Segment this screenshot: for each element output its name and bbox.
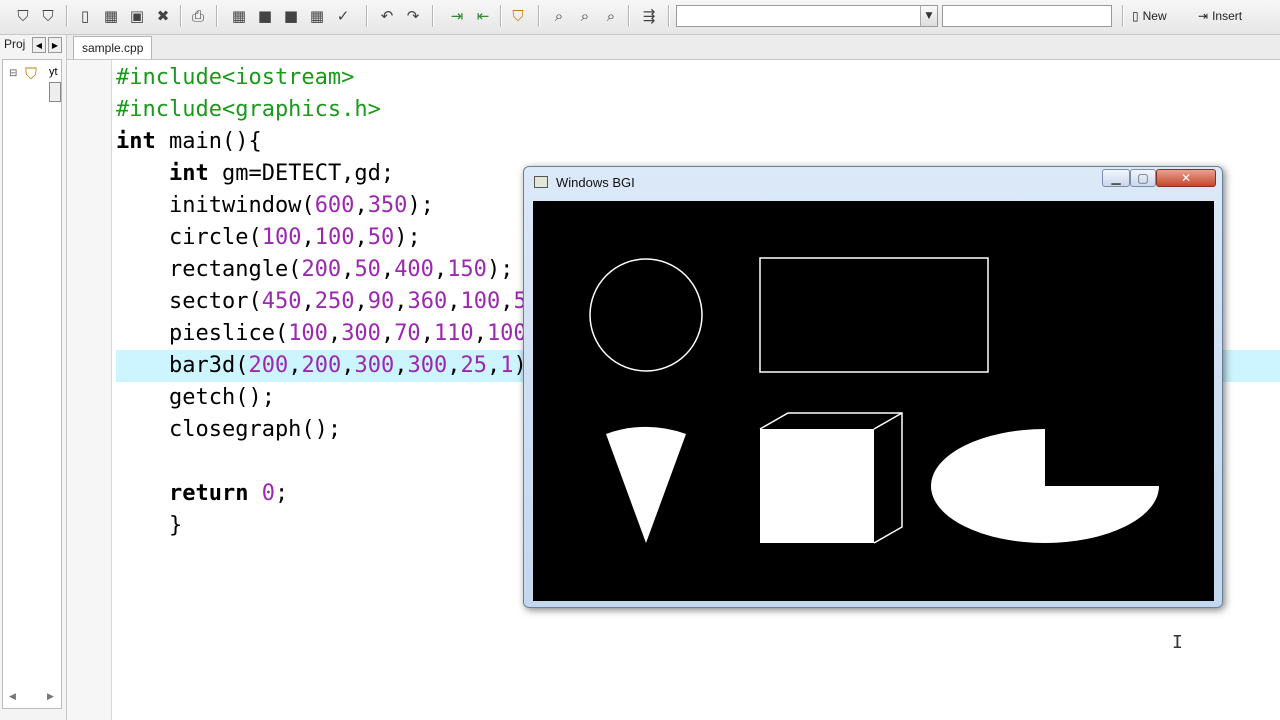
open-file-icon[interactable]: ▦ (100, 5, 122, 27)
toolbar-separator (432, 5, 434, 27)
unindent-icon[interactable]: ⇤ (472, 5, 494, 27)
pieslice-shape (606, 426, 686, 543)
bookmark-icon[interactable]: ⛉ (507, 5, 529, 27)
print-icon[interactable]: ⎙ (187, 5, 209, 27)
toolbar-separator (180, 5, 182, 27)
tab-label: sample.cpp (82, 41, 144, 55)
scroll-right-arrow-icon[interactable]: ▶ (47, 692, 54, 702)
chevron-down-icon[interactable]: ▼ (920, 6, 937, 26)
text-cursor-icon: I (1172, 632, 1183, 653)
compile-run-icon[interactable]: ■ (280, 5, 302, 27)
expand-icon[interactable]: ⊟ (9, 68, 17, 79)
bgi-graphics (589, 257, 1159, 544)
main-toolbar: ⛉ ⛉ ▯ ▦ ▣ ✖ ⎙ ▦ ■ ■ ▦ ✓ ↶ ↷ ⇥ ⇤ ⛉ ⌕ ⌕ ⌕ … (0, 0, 1280, 35)
sector-shape (931, 429, 1159, 543)
bgi-titlebar[interactable]: Windows BGI ▁ ▢ ✕ (524, 167, 1222, 197)
insert-button-label: Insert (1212, 9, 1243, 23)
toolbar-separator (628, 5, 630, 27)
indent-icon[interactable]: ⇥ (446, 5, 468, 27)
close-icon[interactable]: ✕ (1156, 169, 1216, 187)
toolbar-separator (66, 5, 68, 27)
circle-shape (589, 258, 703, 372)
new-file-icon[interactable]: ▯ (74, 5, 96, 27)
goto-icon[interactable]: ⇶ (638, 5, 660, 27)
scroll-left-arrow-icon[interactable]: ◀ (9, 692, 16, 702)
toolbar-separator (500, 5, 502, 27)
replace-icon[interactable]: ⌕ (574, 5, 596, 27)
compile-icon[interactable]: ▦ (228, 5, 250, 27)
new-button-label: New (1142, 9, 1167, 23)
rectangle-shape (759, 257, 989, 373)
toolbar-separator (216, 5, 218, 27)
tab-sample-cpp[interactable]: sample.cpp (73, 36, 153, 59)
redo-icon[interactable]: ↷ (402, 5, 424, 27)
bgi-canvas (533, 201, 1214, 601)
project-panel: Proj ◀ ▶ ⊟ ⛉ yt ◀ ▶ (0, 35, 67, 720)
insert-button[interactable]: ⇥ Insert (1198, 6, 1242, 26)
insert-icon: ⇥ (1198, 9, 1209, 23)
code-line[interactable]: #include<iostream> (116, 62, 1280, 94)
toolbar-separator (538, 5, 540, 27)
tab-left-arrow-icon[interactable]: ◀ (32, 37, 46, 53)
window-app-icon (534, 176, 548, 188)
find-next-icon[interactable]: ⌕ (600, 5, 622, 27)
editor-tabbar: sample.cpp (67, 35, 1280, 60)
toolbar-separator (668, 5, 670, 27)
project-item-label[interactable]: yt (49, 66, 58, 78)
class-icon[interactable]: ⛉ (37, 5, 59, 27)
minimize-icon[interactable]: ▁ (1102, 169, 1130, 187)
maximize-icon[interactable]: ▢ (1130, 169, 1156, 187)
project-item-icon: ⛉ (25, 64, 38, 83)
run-icon[interactable]: ■ (254, 5, 276, 27)
class-combo[interactable]: ▼ (676, 5, 938, 27)
undo-icon[interactable]: ↶ (376, 5, 398, 27)
project-tree: ⊟ ⛉ yt ◀ ▶ (2, 59, 62, 709)
bar3d-front (760, 429, 874, 543)
close-file-icon[interactable]: ✖ (152, 5, 174, 27)
project-tab[interactable]: Proj (4, 37, 25, 51)
scroll-handle[interactable] (49, 82, 61, 102)
new-doc-icon: ▯ (1132, 9, 1139, 23)
editor-gutter (67, 60, 112, 720)
toolbar-separator (366, 5, 368, 27)
tab-right-arrow-icon[interactable]: ▶ (48, 37, 62, 53)
member-combo[interactable] (942, 5, 1112, 27)
rebuild-icon[interactable]: ▦ (306, 5, 328, 27)
save-all-icon[interactable]: ▣ (126, 5, 148, 27)
find-icon[interactable]: ⌕ (548, 5, 570, 27)
code-line[interactable]: #include<graphics.h> (116, 94, 1280, 126)
check-icon[interactable]: ✓ (332, 5, 354, 27)
new-button[interactable]: ▯ New (1132, 6, 1167, 26)
bgi-window: Windows BGI ▁ ▢ ✕ (523, 166, 1223, 608)
code-line[interactable]: int main(){ (116, 126, 1280, 158)
bgi-window-title: Windows BGI (556, 175, 635, 190)
project-icon[interactable]: ⛉ (12, 5, 34, 27)
toolbar-separator (1122, 5, 1124, 27)
